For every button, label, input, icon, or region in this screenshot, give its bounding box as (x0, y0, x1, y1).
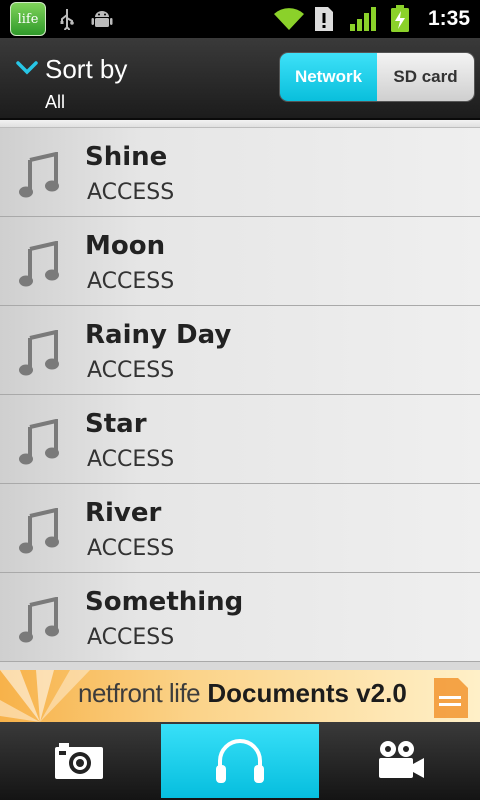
track-artist: ACCESS (87, 180, 175, 205)
track-artist: ACCESS (87, 447, 175, 472)
track-artist: ACCESS (87, 269, 175, 294)
battery-charging-icon (388, 0, 412, 38)
sort-by-label[interactable]: Sort by (45, 54, 127, 85)
track-artist: ACCESS (87, 358, 175, 383)
track-title: Rainy Day (85, 320, 232, 350)
document-icon (434, 678, 468, 718)
banner-text: netfront life Documents v2.0 (78, 678, 407, 709)
camera-icon (55, 743, 104, 779)
list-divider (0, 120, 480, 128)
banner-product: Documents v2.0 (207, 678, 407, 708)
app-badge-label: life (17, 12, 39, 27)
chevron-down-icon[interactable] (16, 60, 38, 80)
sort-by-value[interactable]: All (45, 92, 65, 113)
headphones-icon (216, 739, 264, 783)
track-row[interactable]: Something ACCESS (0, 573, 480, 662)
status-bar: life 1:35 (0, 0, 480, 38)
bottom-tab-bar (0, 722, 480, 800)
source-toggle: Network SD card (280, 53, 474, 101)
sd-card-button[interactable]: SD card (377, 53, 474, 101)
track-artist: ACCESS (87, 625, 175, 650)
track-row[interactable]: Moon ACCESS (0, 217, 480, 306)
tab-music[interactable] (160, 724, 320, 798)
tab-photos[interactable] (0, 722, 159, 800)
music-note-icon (18, 418, 62, 467)
signal-icon (348, 0, 378, 38)
track-title: Shine (85, 142, 168, 172)
music-note-icon (18, 507, 62, 556)
track-title: Something (85, 587, 244, 617)
track-title: Moon (85, 231, 166, 261)
track-row[interactable]: Shine ACCESS (0, 128, 480, 217)
video-camera-icon (378, 741, 424, 778)
track-title: Star (85, 409, 147, 439)
tab-videos[interactable] (321, 722, 480, 800)
banner-brand: netfront life (78, 678, 201, 708)
track-row[interactable]: Rainy Day ACCESS (0, 306, 480, 395)
music-note-icon (18, 240, 62, 289)
sim-alert-icon (312, 0, 336, 38)
usb-icon (56, 0, 78, 38)
track-list[interactable]: Shine ACCESS Moon ACCESS Rainy Day ACCES… (0, 120, 480, 670)
track-artist: ACCESS (87, 536, 175, 561)
sort-header: Sort by All Network SD card (0, 38, 480, 120)
music-note-icon (18, 596, 62, 645)
music-note-icon (18, 329, 62, 378)
track-title: River (85, 498, 162, 528)
music-note-icon (18, 151, 62, 200)
track-row[interactable]: River ACCESS (0, 484, 480, 573)
track-row[interactable]: Star ACCESS (0, 395, 480, 484)
android-debug-icon (90, 0, 114, 38)
network-button[interactable]: Network (280, 53, 377, 101)
status-clock: 1:35 (427, 7, 470, 30)
wifi-icon (272, 0, 306, 38)
ad-banner[interactable]: netfront life Documents v2.0 (0, 670, 480, 722)
netfront-life-app-icon[interactable]: life (10, 2, 46, 36)
